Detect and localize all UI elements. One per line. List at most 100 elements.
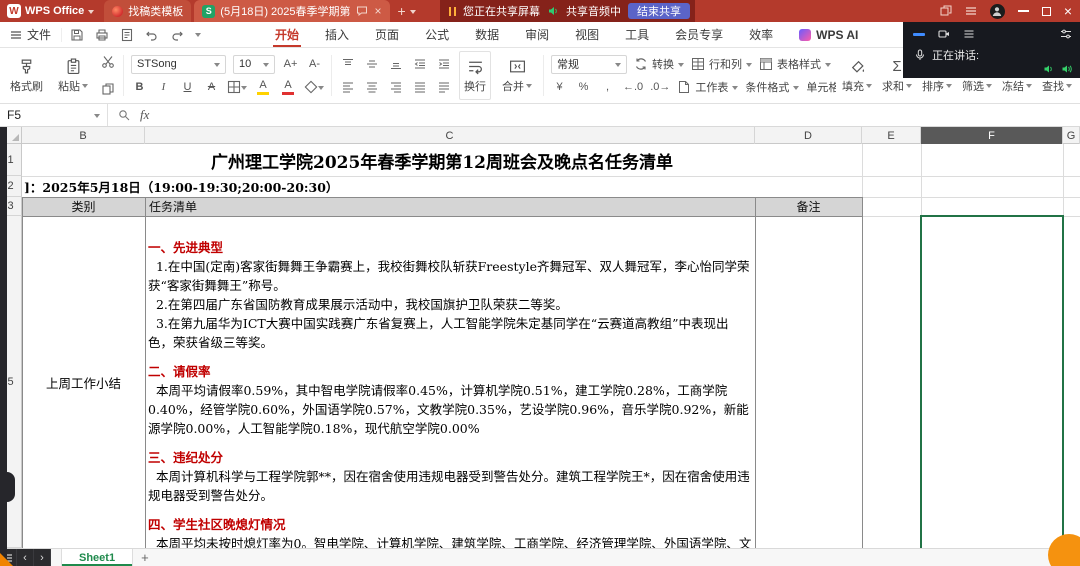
align-middle-icon[interactable] [363, 55, 380, 73]
file-menu-button[interactable]: 文件 [0, 22, 61, 47]
align-center-icon[interactable] [363, 78, 380, 96]
align-bottom-icon[interactable] [387, 55, 404, 73]
prev-sheet-icon[interactable]: ‹ [17, 549, 34, 566]
tab-efficiency[interactable]: 效率 [749, 22, 773, 47]
rows-columns-button[interactable]: 行和列 [691, 56, 752, 72]
fill-color-button[interactable]: A [254, 78, 272, 96]
cell-tasks-C5[interactable]: 一、先进典型 1.在中国(定南)客家街舞舞王争霸赛上，我校街舞校队斩获Frees… [148, 216, 752, 548]
merge-cells-button[interactable]: 合并 [498, 51, 536, 100]
insert-function-icon[interactable]: fx [140, 107, 149, 123]
increase-decimal-button[interactable]: ←.0 [623, 78, 643, 96]
strikethrough-button[interactable]: A [203, 78, 220, 96]
camera-icon[interactable] [938, 28, 950, 40]
avatar[interactable] [990, 4, 1005, 19]
font-name-dropdown[interactable]: STSong [131, 55, 226, 74]
close-window-button[interactable]: × [1064, 4, 1072, 18]
fill-button[interactable]: 填充 [838, 51, 876, 100]
tab-page-layout[interactable]: 页面 [375, 22, 399, 47]
copy-icon[interactable] [99, 80, 116, 98]
minimize-window-button[interactable] [1018, 10, 1029, 12]
column-header-G[interactable]: G [1063, 127, 1080, 144]
worksheet-button[interactable]: 工作表 [677, 79, 738, 95]
column-header-B[interactable]: B [22, 127, 145, 144]
distribute-icon[interactable] [435, 78, 452, 96]
align-top-icon[interactable] [339, 55, 356, 73]
zoom-formula-icon[interactable] [118, 109, 130, 121]
italic-button[interactable]: I [155, 78, 172, 96]
task-list-icon[interactable] [965, 5, 977, 17]
align-right-icon[interactable] [387, 78, 404, 96]
column-header-D[interactable]: D [755, 127, 862, 144]
cell-category-B5[interactable]: 上周工作小结 [22, 216, 145, 548]
decrease-font-button[interactable]: A- [306, 55, 323, 73]
add-sheet-button[interactable]: + [133, 550, 157, 565]
volume-icon[interactable] [1043, 63, 1055, 75]
wps-home-button[interactable]: W WPS Office [0, 0, 101, 22]
bold-button[interactable]: B [131, 78, 148, 96]
next-sheet-icon[interactable]: › [34, 549, 51, 566]
column-header-F[interactable]: F [921, 127, 1063, 144]
undo-icon[interactable] [145, 28, 159, 42]
tab-list-chevron-icon[interactable] [410, 10, 416, 17]
font-color-button[interactable]: A [279, 78, 297, 96]
decrease-decimal-button[interactable]: .0→ [650, 78, 670, 96]
print-preview-icon[interactable] [120, 28, 134, 42]
wrap-text-button[interactable]: 换行 [459, 51, 491, 100]
column-header-C[interactable]: C [145, 127, 755, 144]
convert-button[interactable]: 转换 [634, 56, 684, 72]
shading-button[interactable] [304, 78, 324, 96]
underline-button[interactable]: U [179, 78, 196, 96]
decrease-indent-icon[interactable] [411, 55, 428, 73]
tab-wps-ai[interactable]: WPS AI [799, 22, 858, 47]
justify-icon[interactable] [411, 78, 428, 96]
tab-review[interactable]: 审阅 [525, 22, 549, 47]
member-list-icon[interactable] [963, 28, 975, 40]
save-icon[interactable] [70, 28, 84, 42]
tab-document[interactable]: S (5月18日) 2025春季学期第 × [194, 0, 389, 22]
align-left-icon[interactable] [339, 78, 356, 96]
conditional-format-button[interactable]: 条件格式 [745, 79, 799, 95]
name-box[interactable]: F5 [0, 104, 108, 126]
column-header-E[interactable]: E [862, 127, 921, 144]
chevron-down-icon[interactable] [88, 10, 94, 17]
cell-title-B1[interactable]: 广州理工学院2025年春季学期第12周班会及晚点名任务清单 [22, 144, 862, 176]
tab-member[interactable]: 会员专享 [675, 22, 723, 47]
tab-home[interactable]: 开始 [275, 22, 299, 47]
comma-format-button[interactable]: , [599, 78, 616, 96]
new-tab-button[interactable]: + [398, 4, 406, 18]
formula-input[interactable] [159, 104, 1080, 126]
format-painter-button[interactable]: 格式刷 [6, 51, 47, 100]
chevron-down-icon[interactable] [195, 33, 201, 40]
redo-icon[interactable] [170, 28, 184, 42]
tab-formulas[interactable]: 公式 [425, 22, 449, 47]
tab-template-search[interactable]: 找稿类模板 [104, 0, 191, 22]
tab-tools[interactable]: 工具 [625, 22, 649, 47]
sheet-tab-sheet1[interactable]: Sheet1 [61, 549, 133, 566]
stop-sharing-button[interactable]: 结束共享 [628, 3, 690, 19]
print-icon[interactable] [95, 28, 109, 42]
comment-icon[interactable] [356, 5, 368, 17]
increase-indent-icon[interactable] [435, 55, 452, 73]
increase-font-button[interactable]: A+ [282, 55, 299, 73]
microphone-icon[interactable] [914, 49, 926, 61]
maximize-window-button[interactable] [1042, 7, 1051, 16]
paste-button[interactable]: 粘贴 [54, 51, 92, 100]
cell-header-remarks[interactable]: 备注 [755, 197, 862, 216]
tab-data[interactable]: 数据 [475, 22, 499, 47]
percent-format-button[interactable]: % [575, 78, 592, 96]
font-size-dropdown[interactable]: 10 [233, 55, 275, 74]
close-tab-icon[interactable]: × [375, 5, 382, 17]
borders-button[interactable] [227, 78, 247, 96]
settings-sliders-icon[interactable] [1060, 28, 1072, 40]
currency-format-button[interactable]: ¥ [551, 78, 568, 96]
number-format-dropdown[interactable]: 常规 [551, 55, 627, 74]
side-dock-handle[interactable] [7, 472, 15, 502]
cell-header-category[interactable]: 类别 [22, 197, 145, 216]
panel-minimize-icon[interactable] [913, 33, 925, 36]
cell-datetime-B2[interactable]: ]：2025年5月18日（19:00-19:30;20:00-20:30） [24, 176, 724, 197]
volume-icon[interactable] [1061, 63, 1073, 75]
tab-insert[interactable]: 插入 [325, 22, 349, 47]
switch-window-icon[interactable] [940, 5, 952, 17]
cut-icon[interactable] [99, 53, 116, 71]
tab-view[interactable]: 视图 [575, 22, 599, 47]
